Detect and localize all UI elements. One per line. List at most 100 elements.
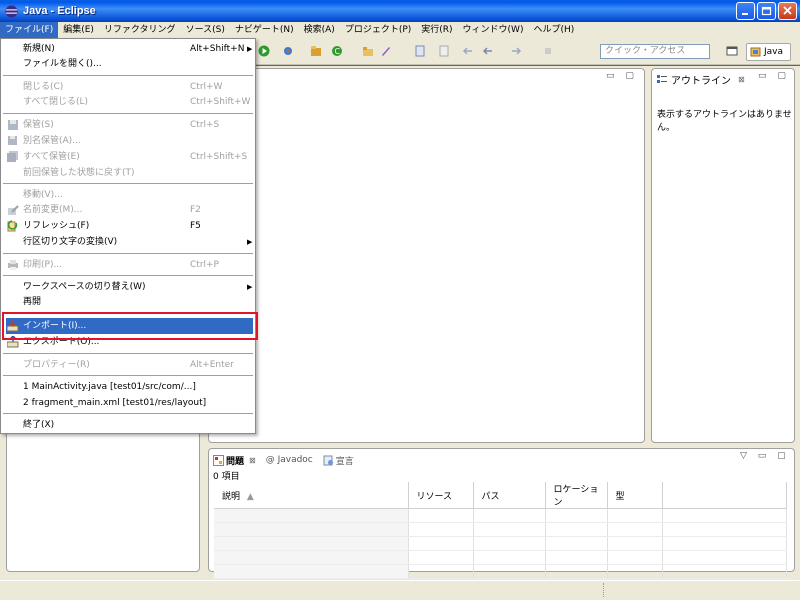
save-all-icon	[7, 151, 18, 162]
rename-icon	[8, 205, 19, 215]
column-resource[interactable]: リソース	[408, 482, 474, 509]
minimize-icon	[742, 13, 748, 15]
search-icon[interactable]	[380, 45, 392, 57]
menu-item-switch-workspace[interactable]: ワークスペースの切り替え(W) ▶	[1, 279, 255, 295]
problems-icon	[213, 454, 224, 466]
menu-item-move[interactable]: 移動(V)...	[1, 187, 255, 203]
submenu-arrow-icon: ▶	[247, 238, 253, 246]
debug-icon[interactable]	[282, 45, 294, 57]
minimize-button[interactable]	[736, 2, 755, 20]
column-type[interactable]: 型	[607, 482, 663, 509]
annotation-icon[interactable]	[414, 45, 426, 57]
menu-separator	[3, 253, 253, 254]
tab-problems-close-icon[interactable]: ⊠	[249, 456, 256, 465]
menu-source[interactable]: ソース(S)	[181, 22, 230, 38]
menu-edit[interactable]: 編集(E)	[58, 22, 99, 38]
status-bar	[0, 580, 800, 600]
back-nav-icon[interactable]	[482, 45, 494, 57]
menu-project[interactable]: プロジェクト(P)	[340, 22, 416, 38]
save-as-icon	[8, 136, 17, 145]
menu-separator	[3, 413, 253, 414]
status-separator	[603, 583, 604, 597]
menu-item-save-all[interactable]: すべて保管(E) Ctrl+Shift+S	[1, 149, 255, 165]
eclipse-icon	[5, 5, 18, 17]
back-icon[interactable]	[462, 45, 474, 57]
menu-item-revert[interactable]: 前回保管した状態に戻す(T)	[1, 165, 255, 181]
column-description[interactable]: 説明 ▲	[214, 482, 409, 509]
menu-separator	[3, 113, 253, 114]
submenu-arrow-icon: ▶	[247, 283, 253, 291]
menu-item-close[interactable]: 閉じる(C) Ctrl+W	[1, 79, 255, 95]
close-button[interactable]	[778, 2, 797, 20]
forward-icon[interactable]	[510, 45, 522, 57]
table-row	[214, 508, 787, 523]
menu-navigate[interactable]: ナビゲート(N)	[230, 22, 299, 38]
run-icon[interactable]	[258, 45, 270, 57]
open-perspective-icon[interactable]	[726, 45, 738, 57]
tab-declaration-label: 宣言	[335, 456, 354, 467]
menu-item-refresh[interactable]: リフレッシュ(F) F5	[1, 218, 255, 234]
refresh-icon	[7, 220, 18, 232]
editor-area	[208, 68, 645, 443]
outline-tab-close-icon[interactable]: ⊠	[738, 75, 745, 84]
menu-item-rename[interactable]: 名前変更(M)... F2	[1, 202, 255, 218]
new-package-icon[interactable]	[310, 45, 322, 57]
column-path[interactable]: パス	[473, 482, 546, 509]
problems-count: 0 項目	[213, 472, 240, 482]
menu-search[interactable]: 検索(A)	[299, 22, 340, 38]
menu-item-recent-1[interactable]: 1 MainActivity.java [test01/src/com/...]	[1, 379, 255, 395]
menu-item-properties[interactable]: プロパティー(R) Alt+Enter	[1, 357, 255, 373]
outline-minmax[interactable]: ▭ ▢	[758, 71, 790, 81]
menu-item-save[interactable]: 保管(S) Ctrl+S	[1, 117, 255, 133]
menu-item-print[interactable]: 印刷(P)... Ctrl+P	[1, 257, 255, 273]
maximize-icon	[761, 6, 772, 16]
menu-refactor[interactable]: リファクタリング	[99, 22, 181, 38]
java-perspective-icon	[750, 47, 761, 57]
window-title: Java - Eclipse	[23, 5, 96, 17]
editor-minmax[interactable]: ▭ ▢	[606, 71, 638, 81]
menu-item-close-all[interactable]: すべて閉じる(L) Ctrl+Shift+W	[1, 94, 255, 110]
declaration-icon	[323, 455, 333, 465]
table-row	[214, 522, 787, 537]
menu-item-open-file[interactable]: ファイルを開く()...	[1, 56, 255, 72]
problems-tabs: 問題 ⊠ @ Javadoc 宣言	[213, 452, 354, 468]
menu-item-restart[interactable]: 再開	[1, 294, 255, 310]
open-type-icon[interactable]	[362, 45, 374, 57]
quick-access-input[interactable]: クイック・アクセス	[600, 44, 710, 59]
svg-text:C: C	[335, 47, 341, 56]
column-location[interactable]: ロケーション	[545, 482, 608, 509]
menu-item-save-as[interactable]: 別名保管(A)...	[1, 133, 255, 149]
toggle-mark-icon[interactable]	[438, 45, 450, 57]
outline-icon	[657, 74, 667, 83]
menu-run[interactable]: 実行(R)	[416, 22, 457, 38]
problems-view-controls[interactable]: ▽ ▭ ▢	[740, 451, 790, 461]
menu-window[interactable]: ウィンドウ(W)	[458, 22, 529, 38]
file-menu-dropdown: 新規(N) Alt+Shift+N ▶ ファイルを開く()... 閉じる(C) …	[0, 38, 256, 434]
close-icon	[783, 6, 792, 15]
menu-separator	[3, 75, 253, 76]
tab-declaration[interactable]: 宣言	[323, 454, 354, 467]
java-perspective-button[interactable]: Java	[746, 43, 791, 61]
menu-bar: ファイル(F) 編集(E) リファクタリング ソース(S) ナビゲート(N) 検…	[0, 22, 800, 38]
tab-javadoc-label: @ Javadoc	[265, 455, 313, 465]
table-row	[214, 550, 787, 565]
pin-editor-icon[interactable]	[542, 45, 554, 57]
outline-tab[interactable]: アウトライン ⊠	[657, 70, 745, 88]
highlight-box	[2, 312, 258, 340]
tab-problems-label: 問題	[226, 456, 245, 467]
tab-javadoc[interactable]: @ Javadoc	[266, 455, 313, 465]
column-filler	[662, 482, 787, 509]
menu-item-recent-2[interactable]: 2 fragment_main.xml [test01/res/layout]	[1, 395, 255, 411]
print-icon	[8, 260, 18, 270]
maximize-button[interactable]	[757, 2, 776, 20]
new-class-icon[interactable]: C	[331, 45, 343, 57]
tab-problems[interactable]: 問題 ⊠	[213, 454, 256, 467]
menu-item-exit[interactable]: 終了(X)	[1, 417, 255, 433]
table-row	[214, 564, 787, 579]
menu-separator	[3, 183, 253, 184]
menu-item-convert-line-delimiters[interactable]: 行区切り文字の変換(V) ▶	[1, 234, 255, 250]
menu-help[interactable]: ヘルプ(H)	[528, 22, 579, 38]
menu-item-new[interactable]: 新規(N) Alt+Shift+N ▶	[1, 41, 255, 57]
outline-tab-label: アウトライン	[671, 75, 731, 87]
menu-file[interactable]: ファイル(F)	[0, 22, 59, 38]
